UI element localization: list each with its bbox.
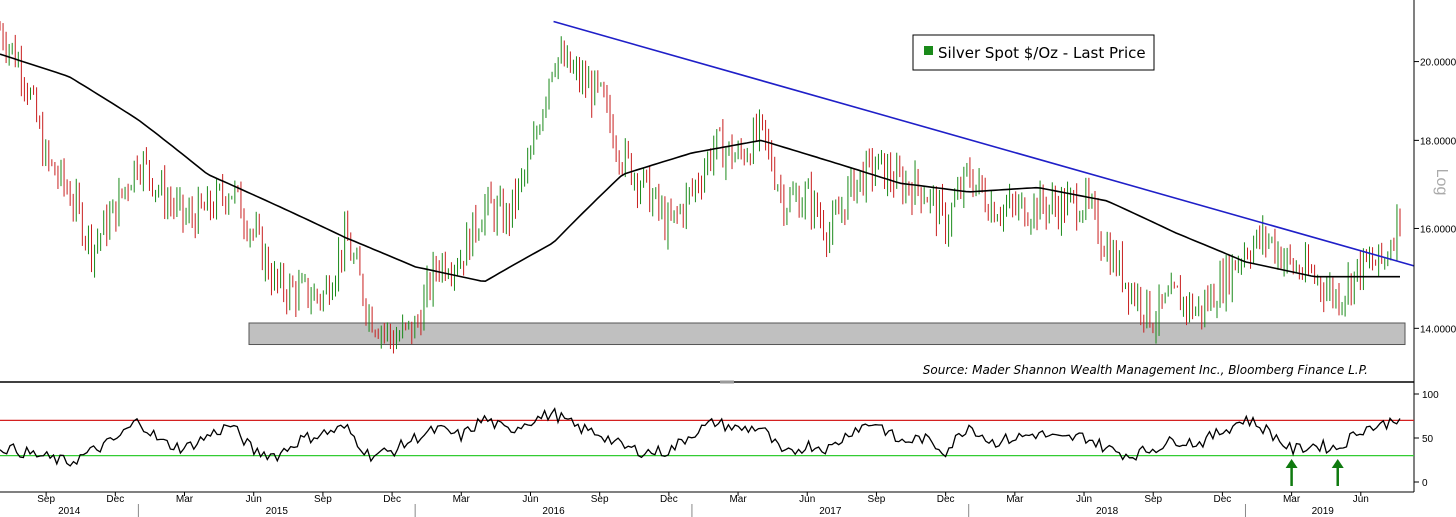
panel-divider-handle[interactable] (720, 380, 734, 384)
source-note: Source: Mader Shannon Wealth Management … (923, 363, 1368, 377)
rsi-tick-label: 50 (1422, 434, 1434, 445)
rsi-arrows (1285, 459, 1344, 486)
month-tick-label: Sep (868, 494, 886, 505)
month-tick-label: Dec (383, 494, 401, 505)
month-tick-label: Dec (106, 494, 124, 505)
silver-price-chart: 20.0000 18.0000 16.0000 14.0000 Log Silver … (0, 0, 1456, 517)
month-tick-label: Dec (937, 494, 955, 505)
year-axis: 2014 2015 2016 2017 2018 2019 (58, 504, 1334, 517)
support-zone (248, 322, 1406, 346)
month-tick-label: Mar (729, 494, 747, 505)
rsi-line (0, 407, 1401, 467)
month-tick-label: Sep (591, 494, 609, 505)
month-tick-label: Jun (1076, 494, 1092, 505)
price-panel (0, 20, 1415, 354)
year-label: 2018 (1096, 506, 1119, 517)
month-tick-label: Jun (246, 494, 262, 505)
year-label: 2017 (819, 506, 842, 517)
rsi-tick-label: 100 (1422, 390, 1439, 401)
price-tick-label: 14.0000 (1420, 324, 1456, 335)
month-tick-label: Jun (1353, 494, 1369, 505)
month-tick-label: Dec (660, 494, 678, 505)
price-tick-label: 20.0000 (1420, 58, 1456, 69)
legend-label: Silver Spot $/Oz - Last Price (938, 44, 1146, 62)
month-tick-label: Mar (176, 494, 194, 505)
month-tick-label: Sep (314, 494, 332, 505)
up-arrow-head-icon (1331, 459, 1344, 468)
month-tick-label: Jun (799, 494, 815, 505)
up-arrow-head-icon (1285, 459, 1298, 468)
rsi-tick-label: 0 (1422, 478, 1428, 489)
month-tick-label: Mar (1006, 494, 1024, 505)
month-tick-label: Mar (1283, 494, 1301, 505)
month-tick-label: Mar (453, 494, 471, 505)
rsi-axis: 100 50 0 (1414, 390, 1439, 489)
year-label: 2015 (266, 506, 289, 517)
moving-average-line (0, 53, 1400, 283)
legend-swatch (924, 46, 933, 55)
month-tick-label: Sep (1144, 494, 1162, 505)
rsi-panel (0, 407, 1414, 486)
year-label: 2016 (542, 506, 565, 517)
legend: Silver Spot $/Oz - Last Price (912, 34, 1155, 71)
year-label: 2019 (1312, 506, 1335, 517)
month-tick-label: Dec (1214, 494, 1232, 505)
month-tick-label: Jun (522, 494, 538, 505)
log-scale-label: Log (1433, 169, 1450, 196)
year-label: 2014 (58, 506, 81, 517)
time-axis: Sep Dec Mar Jun Sep Dec Mar Jun Sep Dec Mar Jun Sep D… (37, 492, 1369, 505)
price-candles (0, 21, 1401, 354)
price-axis: 20.0000 18.0000 16.0000 14.0000 (1414, 58, 1456, 335)
price-tick-label: 18.0000 (1420, 136, 1456, 147)
month-tick-label: Sep (37, 494, 55, 505)
price-tick-label: 16.0000 (1420, 224, 1456, 235)
